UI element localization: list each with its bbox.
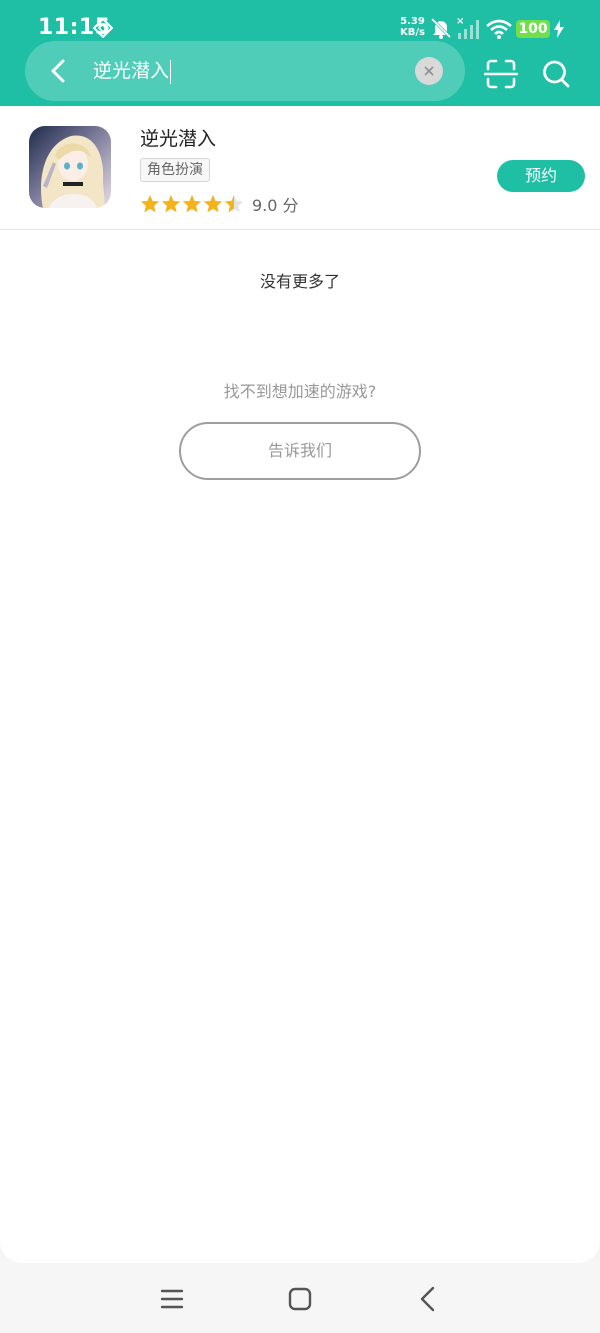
rating-score: 9.0 分	[252, 196, 299, 215]
net-speed-unit: KB/s	[400, 27, 425, 38]
system-nav-bar	[0, 1263, 600, 1333]
clear-icon[interactable]	[415, 57, 443, 85]
svg-text:×: ×	[456, 16, 464, 27]
wifi-icon	[486, 19, 512, 39]
net-speed: 5.39 KB/s	[400, 16, 425, 38]
feedback-button[interactable]: 告诉我们	[179, 422, 421, 480]
genre-tag: 角色扮演	[140, 158, 210, 182]
reserve-button[interactable]: 预约	[497, 160, 585, 192]
search-input[interactable]: 逆光潜入	[93, 58, 172, 84]
game-icon	[29, 126, 111, 208]
back-icon[interactable]	[416, 1285, 440, 1313]
no-more-text: 没有更多了	[259, 272, 340, 291]
game-artwork	[29, 126, 111, 208]
diamond-notification-icon	[93, 18, 113, 38]
charging-bolt-icon	[554, 20, 564, 38]
game-title[interactable]: 逆光潜入	[140, 124, 216, 151]
text-caret	[170, 59, 172, 84]
not-found-hint: 找不到想加速的游戏?	[223, 382, 377, 401]
menu-icon[interactable]	[160, 1287, 184, 1311]
search-box[interactable]: 逆光潜入	[25, 41, 465, 101]
signal-icon: ×	[456, 16, 479, 39]
search-results: 逆光潜入 角色扮演 9.0 分 预约 没有更多了 找不到想加速的游戏? 告诉我们	[0, 106, 600, 1263]
top-app-bar: 11:15 5.39 KB/s × 100 逆光潜入	[0, 0, 600, 106]
search-icon[interactable]	[540, 57, 572, 91]
star-full	[140, 195, 160, 213]
net-speed-value: 5.39	[400, 16, 425, 27]
star-full	[161, 195, 181, 213]
rating-stars	[140, 195, 244, 213]
game-result-item[interactable]: 逆光潜入 角色扮演 9.0 分 预约	[0, 106, 600, 230]
battery-indicator: 100	[516, 20, 550, 38]
home-icon[interactable]	[287, 1286, 313, 1312]
back-arrow-icon[interactable]	[43, 55, 75, 87]
star-full	[182, 195, 202, 213]
scan-icon[interactable]	[484, 57, 518, 91]
search-query-text: 逆光潜入	[93, 60, 170, 82]
bell-muted-icon	[430, 17, 452, 39]
status-bar: 11:15 5.39 KB/s × 100	[0, 0, 600, 42]
star-full	[203, 195, 223, 213]
